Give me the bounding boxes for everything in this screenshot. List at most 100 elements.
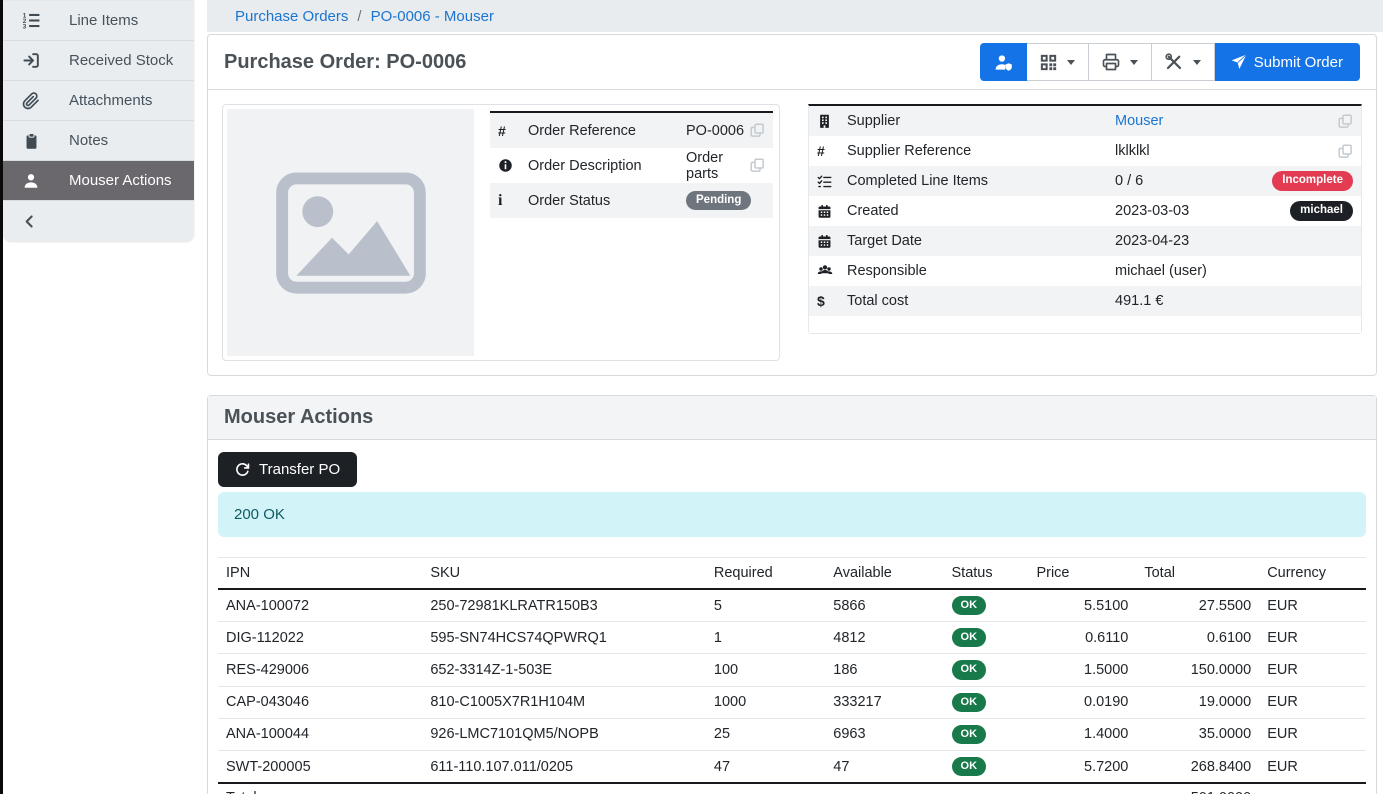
detail-label: Supplier <box>847 113 1115 129</box>
cell-price: 1.4000 <box>1028 718 1136 750</box>
order-details-table: # Order Reference PO-0006 Order Descript… <box>490 111 773 218</box>
ok-badge: OK <box>952 725 987 744</box>
detail-label: Completed Line Items <box>847 173 1115 189</box>
sidebar-item-received-stock[interactable]: Received Stock <box>3 40 194 80</box>
page-title: Purchase Order: PO-0006 <box>224 51 466 74</box>
detail-value: lklklkl <box>1115 143 1338 159</box>
cell-currency: EUR <box>1259 750 1366 783</box>
sidebar-collapse-button[interactable] <box>3 200 194 241</box>
admin-button[interactable] <box>980 43 1027 81</box>
cell-currency: EUR <box>1259 718 1366 750</box>
ok-badge: OK <box>952 757 987 776</box>
users-icon <box>817 263 847 279</box>
cell-ipn: SWT-200005 <box>218 750 422 783</box>
print-actions-button[interactable] <box>1089 43 1152 81</box>
detail-label: Supplier Reference <box>847 143 1115 159</box>
cell-status: OK <box>944 718 1029 750</box>
col-header-total: Total <box>1136 558 1259 590</box>
col-header-status: Status <box>944 558 1029 590</box>
detail-label: Responsible <box>847 263 1115 279</box>
breadcrumb: Purchase Orders / PO-0006 - Mouser <box>207 0 1383 32</box>
detail-label: Total cost <box>847 293 1115 309</box>
table-row[interactable]: ANA-100072 250-72981KLRATR150B3 5 5866 O… <box>218 589 1366 622</box>
user-badge: michael <box>1290 201 1353 221</box>
order-actions-button[interactable] <box>1152 43 1215 81</box>
empty-row <box>809 316 1361 333</box>
cell-sku: 595-SN74HCS74QPWRQ1 <box>422 622 706 654</box>
supplier-detail-row: Completed Line Items 0 / 6 Incomplete <box>809 166 1361 196</box>
table-row[interactable]: DIG-112022 595-SN74HCS74QPWRQ1 1 4812 OK… <box>218 622 1366 654</box>
order-detail-row: Order Description Order parts <box>490 148 773 183</box>
part-image-placeholder[interactable] <box>227 109 474 356</box>
cell-currency: EUR <box>1259 589 1366 622</box>
tools-icon <box>1165 53 1183 71</box>
cell-required: 1 <box>706 622 825 654</box>
mouser-actions-body: Transfer PO 200 OK IPN SKU Required Avai… <box>208 440 1376 794</box>
cell-ipn: CAP-043046 <box>218 686 422 718</box>
detail-value: Pending <box>686 191 765 211</box>
sidebar: Line Items Received Stock Attachments No… <box>3 0 194 241</box>
cell-required: 25 <box>706 718 825 750</box>
supplier-detail-row: $ Total cost 491.1 € <box>809 286 1361 316</box>
sidebar-item-attachments[interactable]: Attachments <box>3 80 194 120</box>
cell-available: 6963 <box>825 718 943 750</box>
supplier-detail-row: Supplier Mouser <box>809 106 1361 136</box>
sidebar-item-label: Mouser Actions <box>69 172 172 189</box>
sidebar-item-label: Attachments <box>69 92 152 109</box>
supplier-detail-row: # Supplier Reference lklklkl <box>809 136 1361 166</box>
copy-icon[interactable] <box>1338 114 1353 129</box>
order-detail-row: i Order Status Pending <box>490 183 773 218</box>
order-detail-row: # Order Reference PO-0006 <box>490 113 773 148</box>
detail-value: michael (user) <box>1115 263 1353 279</box>
parts-table: IPN SKU Required Available Status Price … <box>218 557 1366 794</box>
cell-total: 27.5500 <box>1136 589 1259 622</box>
footer-total-label: Total <box>218 783 1136 794</box>
user-icon <box>21 171 41 191</box>
mouser-actions-header: Mouser Actions <box>208 396 1376 440</box>
sidebar-item-notes[interactable]: Notes <box>3 120 194 160</box>
hashtag-icon: # <box>498 123 528 139</box>
cell-price: 0.0190 <box>1028 686 1136 718</box>
rotate-icon <box>235 462 250 477</box>
cell-required: 100 <box>706 654 825 686</box>
hashtag-icon: # <box>817 143 847 159</box>
sidebar-item-mouser-actions[interactable]: Mouser Actions <box>3 160 194 200</box>
breadcrumb-link-current-order[interactable]: PO-0006 - Mouser <box>371 8 494 25</box>
purchase-order-panel: Purchase Order: PO-0006 <box>207 34 1377 376</box>
detail-value: Order parts <box>686 150 750 182</box>
table-row[interactable]: SWT-200005 611-110.107.011/0205 47 47 OK… <box>218 750 1366 783</box>
order-toolbar: Submit Order <box>980 43 1360 81</box>
copy-icon[interactable] <box>750 123 765 138</box>
cell-available: 4812 <box>825 622 943 654</box>
cell-price: 0.6110 <box>1028 622 1136 654</box>
detail-label: Order Reference <box>528 123 686 139</box>
copy-icon[interactable] <box>1338 144 1353 159</box>
incomplete-badge: Incomplete <box>1272 171 1353 191</box>
cell-required: 1000 <box>706 686 825 718</box>
table-row[interactable]: CAP-043046 810-C1005X7R1H104M 1000 33321… <box>218 686 1366 718</box>
table-row[interactable]: RES-429006 652-3314Z-1-503E 100 186 OK 1… <box>218 654 1366 686</box>
caret-down-icon <box>1193 60 1201 65</box>
cell-sku: 611-110.107.011/0205 <box>422 750 706 783</box>
cell-available: 186 <box>825 654 943 686</box>
sidebar-item-line-items[interactable]: Line Items <box>3 0 194 40</box>
transfer-po-button[interactable]: Transfer PO <box>218 452 357 487</box>
sidebar-item-label: Line Items <box>69 12 138 29</box>
supplier-link[interactable]: Mouser <box>1115 113 1163 129</box>
col-header-currency: Currency <box>1259 558 1366 590</box>
copy-icon[interactable] <box>750 158 765 173</box>
breadcrumb-link-purchase-orders[interactable]: Purchase Orders <box>235 8 348 25</box>
table-row[interactable]: ANA-100044 926-LMC7101QM5/NOPB 25 6963 O… <box>218 718 1366 750</box>
barcode-actions-button[interactable] <box>1027 43 1089 81</box>
dollar-icon: $ <box>817 293 847 309</box>
purchase-order-page: Line Items Received Stock Attachments No… <box>0 0 1383 794</box>
submit-order-button[interactable]: Submit Order <box>1215 43 1360 81</box>
image-placeholder-icon <box>275 171 427 295</box>
col-header-price: Price <box>1028 558 1136 590</box>
cell-status: OK <box>944 622 1029 654</box>
paperclip-icon <box>21 91 41 111</box>
printer-icon <box>1102 53 1120 71</box>
ok-badge: OK <box>952 628 987 647</box>
cell-total: 0.6100 <box>1136 622 1259 654</box>
supplier-details-card: Supplier Mouser # Supplier Reference lkl… <box>808 104 1362 361</box>
